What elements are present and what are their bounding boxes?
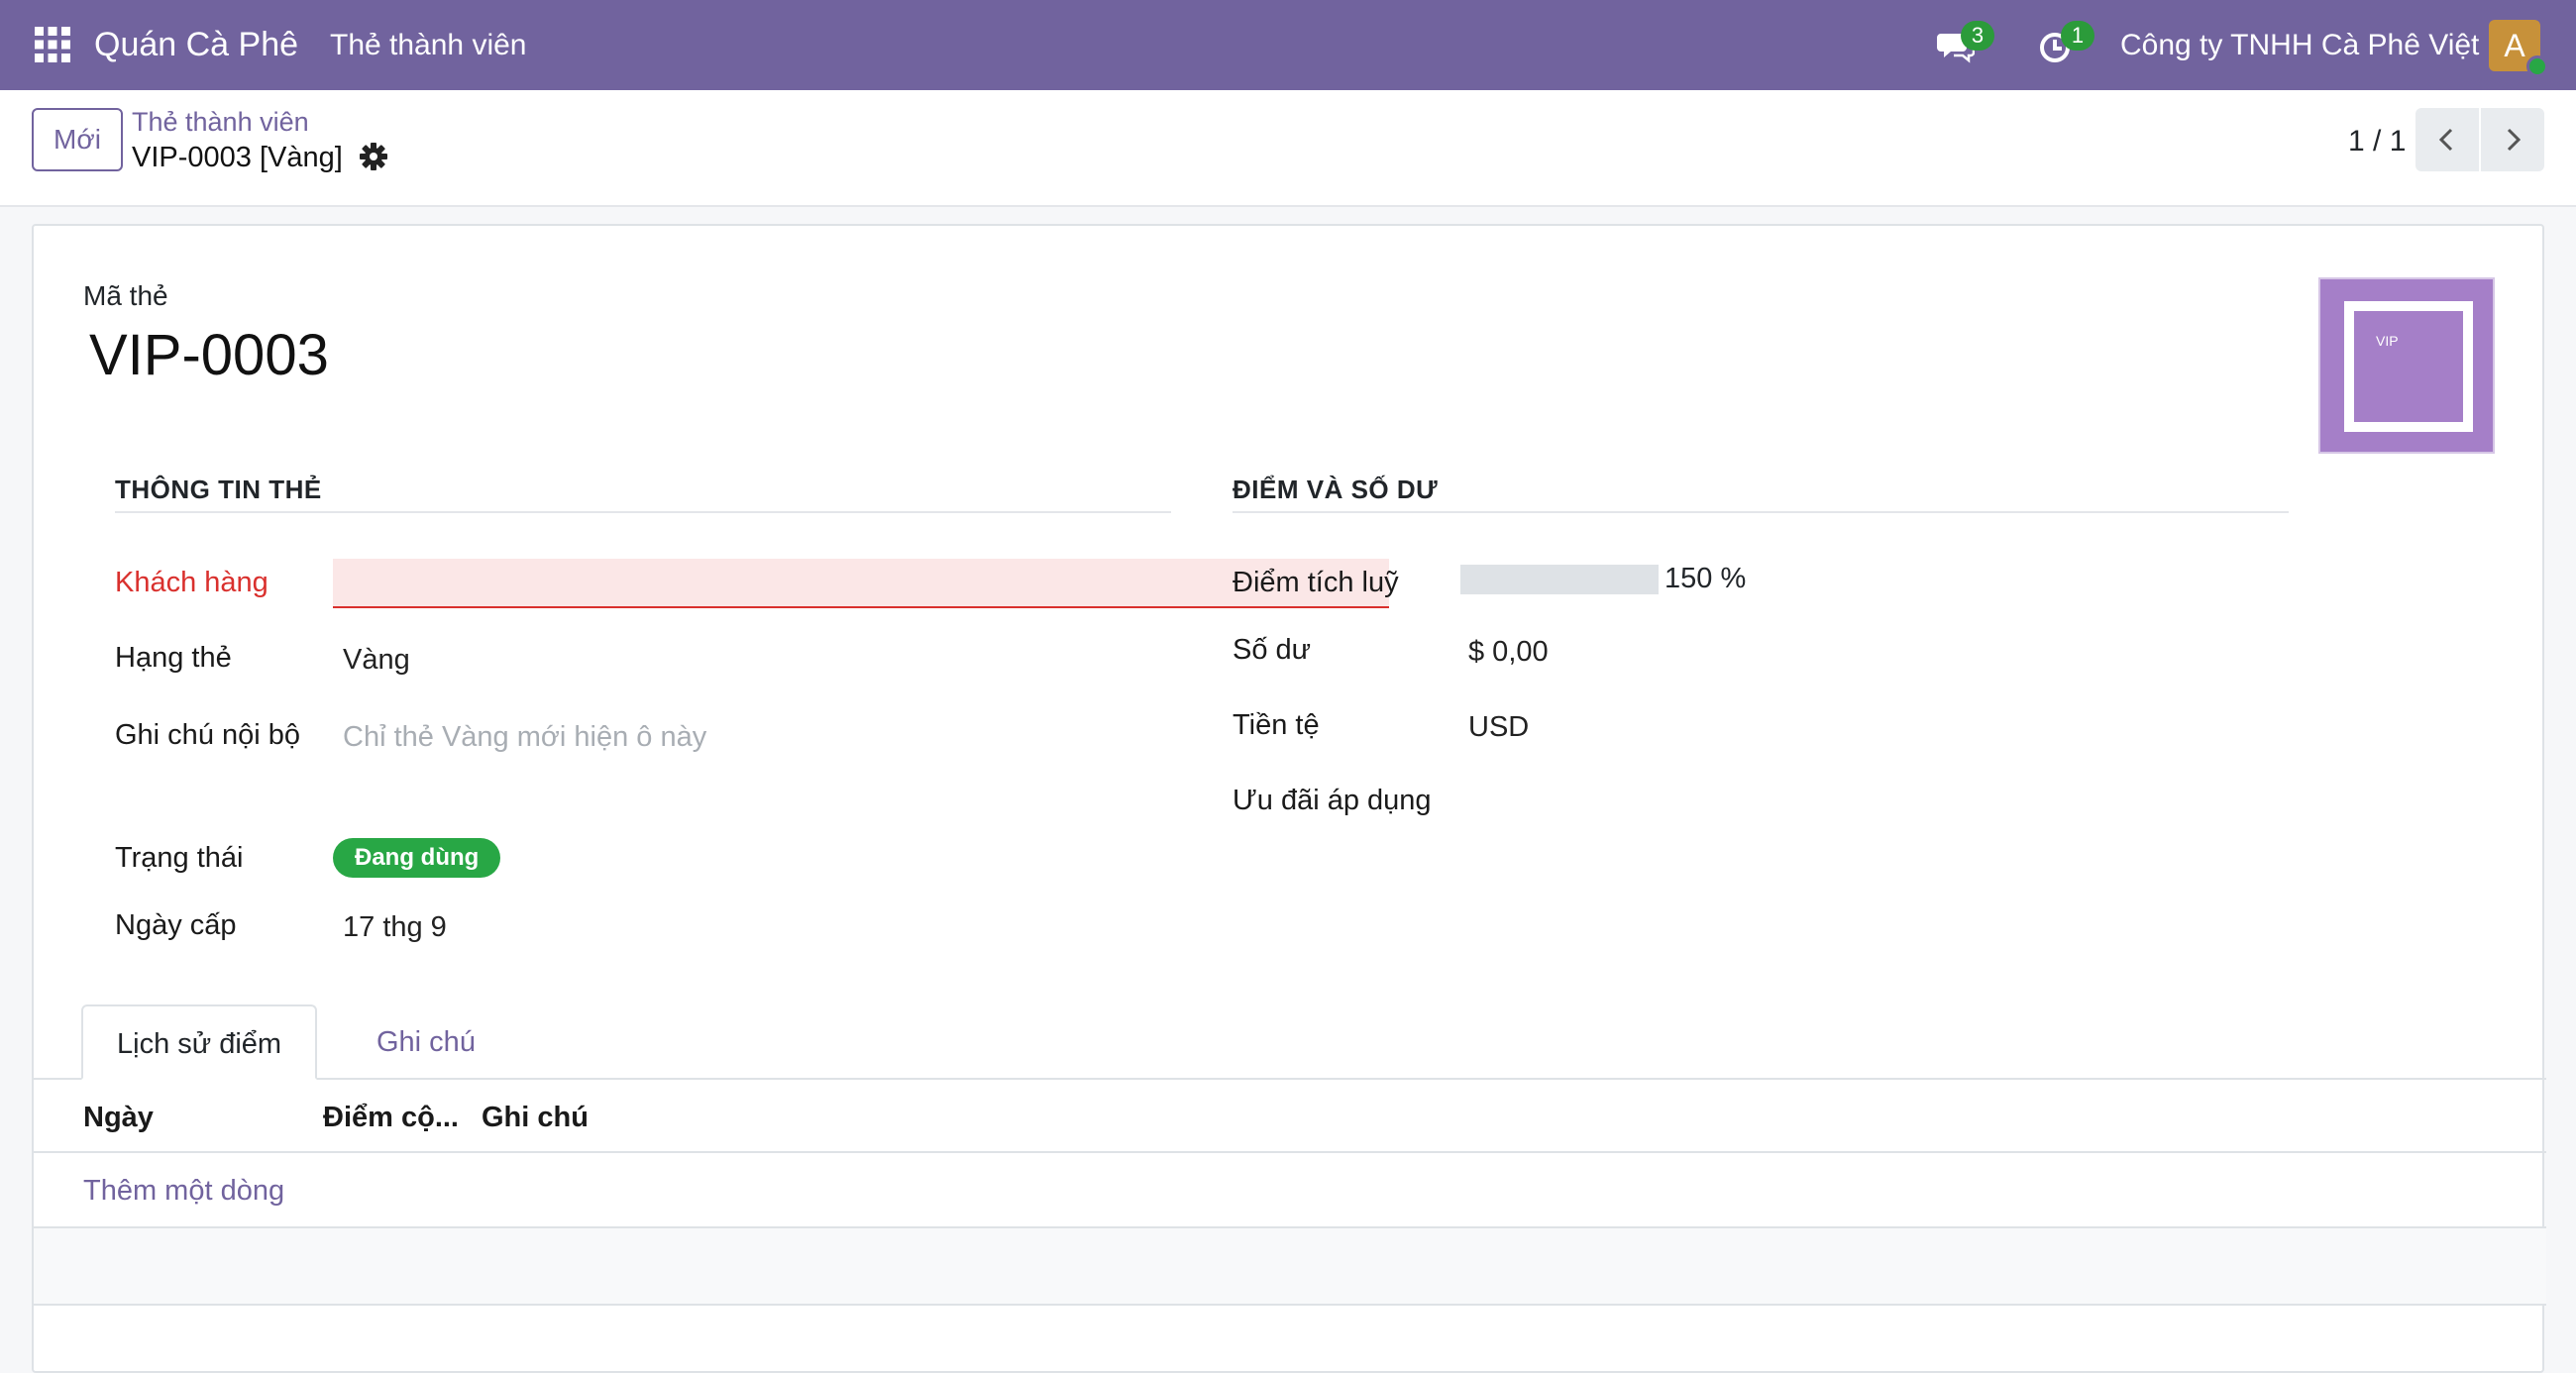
gear-icon[interactable]: [359, 142, 388, 171]
breadcrumb-parent[interactable]: Thẻ thành viên: [132, 106, 309, 138]
chevron-left-icon: [2438, 128, 2453, 152]
top-navbar: Quán Cà Phê Thẻ thành viên 3 1 Công ty T…: [0, 0, 2576, 90]
points-label: Điểm tích luỹ: [1233, 567, 1399, 598]
messages-count-badge: 3: [1961, 21, 1994, 51]
form-sheet: Mã thẻ VIP-0003 VIP THÔNG TIN THẺ Khách …: [32, 224, 2546, 1373]
tab-points-history[interactable]: Lịch sử điểm: [81, 1004, 318, 1080]
tier-value[interactable]: Vàng: [343, 642, 410, 678]
balance-value[interactable]: $ 0,00: [1468, 634, 1549, 670]
online-status-icon: [2526, 55, 2548, 77]
card-image-frame: [2344, 301, 2473, 432]
table-row-divider: [34, 1304, 2546, 1306]
column-header-date[interactable]: Ngày: [83, 1100, 154, 1135]
status-badge[interactable]: Đang dùng: [333, 838, 501, 878]
card-code-value[interactable]: VIP-0003: [89, 321, 329, 390]
pager-value[interactable]: 1 / 1: [2348, 123, 2406, 160]
messages-button[interactable]: 3: [1937, 21, 1994, 68]
column-header-points[interactable]: Điểm cộ...: [323, 1100, 459, 1135]
section-title-card-info: THÔNG TIN THẺ: [115, 475, 322, 504]
app-name[interactable]: Quán Cà Phê: [94, 24, 298, 65]
column-header-note[interactable]: Ghi chú: [482, 1100, 589, 1135]
pager-next-button[interactable]: [2481, 108, 2544, 171]
points-progress-text: 150 %: [1664, 563, 1747, 594]
internal-note-label: Ghi chú nội bộ: [115, 719, 301, 751]
section-divider: [1233, 511, 2289, 513]
status-label: Trạng thái: [115, 842, 244, 874]
add-line-link[interactable]: Thêm một dòng: [83, 1173, 284, 1209]
activities-button[interactable]: 1: [2037, 21, 2094, 68]
section-divider: [115, 511, 1171, 513]
card-image-text: VIP: [2376, 333, 2399, 349]
customer-input[interactable]: [333, 559, 1389, 608]
control-panel: Mới Thẻ thành viên VIP-0003 [Vàng] 1 / 1: [0, 90, 2576, 207]
menu-item-membership-cards[interactable]: Thẻ thành viên: [330, 27, 526, 64]
card-code-label: Mã thẻ: [83, 280, 168, 311]
apps-menu-icon[interactable]: [34, 26, 71, 63]
offers-label: Ưu đãi áp dụng: [1233, 785, 1432, 816]
currency-value[interactable]: USD: [1468, 709, 1529, 745]
card-image[interactable]: VIP: [2318, 277, 2495, 454]
table-empty-row: [34, 1228, 2546, 1304]
breadcrumb-current: VIP-0003 [Vàng]: [132, 142, 343, 173]
points-progress-bar[interactable]: [1460, 565, 1659, 594]
activities-count-badge: 1: [2061, 21, 2094, 51]
section-title-points-balance: ĐIỂM VÀ SỐ DƯ: [1233, 475, 1439, 504]
customer-label: Khách hàng: [115, 567, 268, 598]
avatar-letter: A: [2504, 28, 2525, 63]
new-button[interactable]: Mới: [32, 108, 123, 171]
currency-label: Tiền tệ: [1233, 709, 1320, 741]
balance-label: Số dư: [1233, 634, 1312, 666]
internal-note-input[interactable]: Chỉ thẻ Vàng mới hiện ô này: [343, 719, 706, 755]
issue-date-label: Ngày cấp: [115, 909, 237, 941]
user-avatar[interactable]: A: [2489, 20, 2548, 77]
table-header-divider: [34, 1151, 2546, 1153]
company-switcher[interactable]: Công ty TNHH Cà Phê Việt: [2120, 27, 2479, 64]
chevron-right-icon: [2507, 128, 2522, 152]
issue-date-value[interactable]: 17 thg 9: [343, 909, 447, 945]
pager-previous-button[interactable]: [2415, 108, 2479, 171]
tab-notes[interactable]: Ghi chú: [343, 1004, 509, 1080]
tier-label: Hạng thẻ: [115, 642, 232, 674]
